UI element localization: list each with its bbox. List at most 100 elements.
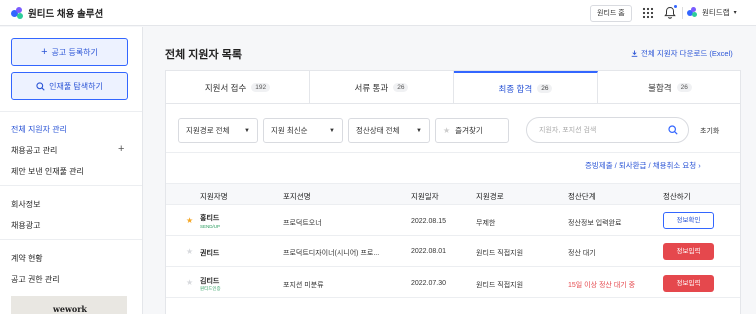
reset-button[interactable]: 초기화 xyxy=(700,126,719,136)
download-icon xyxy=(631,50,638,57)
sidebar-divider xyxy=(0,239,142,240)
tab-received[interactable]: 지원서 접수 192 xyxy=(166,71,310,104)
tab-rejected[interactable]: 불합격 26 xyxy=(598,71,742,104)
tab-label: 지원서 접수 xyxy=(204,82,247,93)
tab-final-pass[interactable]: 최종 합격 26 xyxy=(454,71,598,104)
logo-icon xyxy=(11,6,24,20)
apply-date: 2022.08.15 xyxy=(411,218,447,225)
talent-search-label: 인재풀 탐색하기 xyxy=(49,81,103,91)
settlement-filter-value: 정산상태 전체 xyxy=(356,126,400,135)
tab-count: 26 xyxy=(393,83,409,92)
post-job-label: 공고 등록하기 xyxy=(51,47,98,57)
enter-info-button[interactable]: 정보입력 xyxy=(663,243,714,260)
panel-divider xyxy=(166,152,740,153)
table-row[interactable]: ★ 김티드 원티드인증 포지션 미분류 2022.07.30 원티드 직접지원 … xyxy=(166,267,740,298)
position-name: 포지션 미분류 xyxy=(283,282,324,289)
star-outline-icon[interactable]: ★ xyxy=(186,278,193,287)
table-row[interactable]: ★ 홍티드 SEND/UP 프로덕트오너 2022.08.15 무제한 정산정보… xyxy=(166,205,740,236)
apply-route: 무제한 xyxy=(476,220,496,227)
route-filter-select[interactable]: 지원경로 전체 ▼ xyxy=(178,118,258,143)
apply-route: 원티드 직접지원 xyxy=(476,282,524,289)
col-stage: 정산단계 xyxy=(568,192,596,201)
settlement-stage: 정산정보 입력완료 xyxy=(568,220,622,227)
plus-icon: + xyxy=(41,46,48,58)
favorites-toggle[interactable]: ★ 즐겨찾기 xyxy=(435,118,509,143)
col-route: 지원경로 xyxy=(476,192,504,201)
sidebar-item-permissions[interactable]: 공고 권한 관리 xyxy=(11,274,60,285)
search-input[interactable]: 지원자, 포지션 검색 xyxy=(526,117,689,143)
star-filled-icon[interactable]: ★ xyxy=(186,216,193,225)
star-outline-icon: ★ xyxy=(443,126,451,135)
sidebar-item-job-posts[interactable]: 채용공고 관리 xyxy=(11,145,57,156)
request-link[interactable]: 증빙제출 / 퇴사환급 / 채용취소 요청 › xyxy=(585,160,701,171)
status-tabs: 지원서 접수 192 서류 통과 26 최종 합격 26 불합격 26 xyxy=(165,70,741,104)
sidebar-divider xyxy=(0,185,142,186)
user-name: 원티드랩 xyxy=(702,8,730,17)
col-position: 포지션명 xyxy=(283,192,311,201)
settlement-stage: 정산 대기 xyxy=(568,250,596,257)
page-title: 전체 지원자 목록 xyxy=(165,49,242,61)
caret-down-icon: ▼ xyxy=(329,127,335,134)
banner-logo: wework xyxy=(53,304,87,314)
app-title: 원티드 채용 솔루션 xyxy=(28,9,104,20)
search-icon xyxy=(36,81,45,91)
sidebar-item-all-applicants[interactable]: 전체 지원자 관리 xyxy=(11,124,67,135)
enter-info-button[interactable]: 정보입력 xyxy=(663,275,714,292)
col-action: 정산하기 xyxy=(663,192,691,201)
expand-plus-icon[interactable]: + xyxy=(118,144,124,155)
settlement-stage-alert: 15일 이상 정산 대기 중 xyxy=(568,282,636,289)
search-icon[interactable] xyxy=(668,125,678,135)
applicant-name: 홍티드 xyxy=(200,215,220,222)
table-header: 지원자명 포지션명 지원일자 지원경로 정산단계 정산하기 xyxy=(166,183,740,205)
tab-count: 26 xyxy=(676,83,692,92)
home-button[interactable]: 원티드 홈 xyxy=(590,5,632,22)
col-applicant: 지원자명 xyxy=(200,192,228,201)
col-date: 지원일자 xyxy=(411,192,439,201)
sidebar-item-proposals[interactable]: 제안 보낸 인재풀 관리 xyxy=(11,166,84,177)
promo-banner[interactable]: wework xyxy=(11,296,127,314)
view-info-button[interactable]: 정보확인 xyxy=(663,212,714,229)
apply-date: 2022.07.30 xyxy=(411,280,447,287)
top-bar: 원티드 채용 솔루션 원티드 홈 원티드랩 ▾ xyxy=(0,0,756,26)
chevron-down-icon: ▾ xyxy=(733,10,737,16)
caret-down-icon: ▼ xyxy=(416,127,422,134)
post-job-button[interactable]: + 공고 등록하기 xyxy=(11,38,128,66)
settlement-filter-select[interactable]: 정산상태 전체 ▼ xyxy=(348,118,430,143)
applicant-panel: 지원경로 전체 ▼ 지원 최신순 ▼ 정산상태 전체 ▼ ★ 즐겨찾기 지원자,… xyxy=(165,104,741,314)
tab-label: 불합격 xyxy=(648,82,672,93)
company-logo-icon xyxy=(687,7,698,18)
user-menu[interactable]: 원티드랩 ▾ xyxy=(687,7,737,18)
sidebar-divider xyxy=(0,111,142,112)
tab-count: 26 xyxy=(537,84,553,93)
apps-grid-icon[interactable] xyxy=(642,7,654,19)
download-excel-link[interactable]: 전체 지원자 다운로드 (Excel) xyxy=(631,48,733,59)
sidebar-item-company-info[interactable]: 회사정보 xyxy=(11,199,40,210)
sidebar-item-job-ads[interactable]: 채용광고 xyxy=(11,220,40,231)
tab-label: 서류 통과 xyxy=(354,82,389,93)
notification-dot xyxy=(674,5,677,8)
apply-route: 원티드 직접지원 xyxy=(476,250,524,257)
app-logo[interactable]: 원티드 채용 솔루션 xyxy=(11,6,103,20)
favorites-label: 즐겨찾기 xyxy=(455,126,483,135)
request-link-label: 증빙제출 / 퇴사환급 / 채용취소 요청 xyxy=(585,161,697,170)
download-label: 전체 지원자 다운로드 (Excel) xyxy=(641,49,733,58)
search-placeholder: 지원자, 포지션 검색 xyxy=(539,127,597,134)
position-name: 프로덕트디자이너(시니어) 프로... xyxy=(283,250,380,257)
sidebar-item-contracts[interactable]: 계약 현황 xyxy=(11,253,43,264)
sidebar: + 공고 등록하기 인재풀 탐색하기 전체 지원자 관리 채용공고 관리 + 제… xyxy=(0,27,143,314)
sort-value: 지원 최신순 xyxy=(271,126,308,135)
tab-count: 192 xyxy=(251,83,271,92)
applicant-name: 김티드 xyxy=(200,278,220,285)
applicant-tag: SEND/UP xyxy=(200,224,221,229)
tab-document-pass[interactable]: 서류 통과 26 xyxy=(310,71,454,104)
main-content: 전체 지원자 목록 전체 지원자 다운로드 (Excel) 지원서 접수 192… xyxy=(165,27,756,314)
sort-select[interactable]: 지원 최신순 ▼ xyxy=(263,118,343,143)
route-filter-value: 지원경로 전체 xyxy=(186,126,230,135)
table-row[interactable]: ★ 권티드 프로덕트디자이너(시니어) 프로... 2022.08.01 원티드… xyxy=(166,236,740,267)
applicant-name: 권티드 xyxy=(200,250,220,257)
position-name: 프로덕트오너 xyxy=(283,220,322,227)
header-divider xyxy=(682,7,683,19)
talent-search-button[interactable]: 인재풀 탐색하기 xyxy=(11,72,128,100)
caret-down-icon: ▼ xyxy=(244,127,250,134)
star-outline-icon[interactable]: ★ xyxy=(186,247,193,256)
